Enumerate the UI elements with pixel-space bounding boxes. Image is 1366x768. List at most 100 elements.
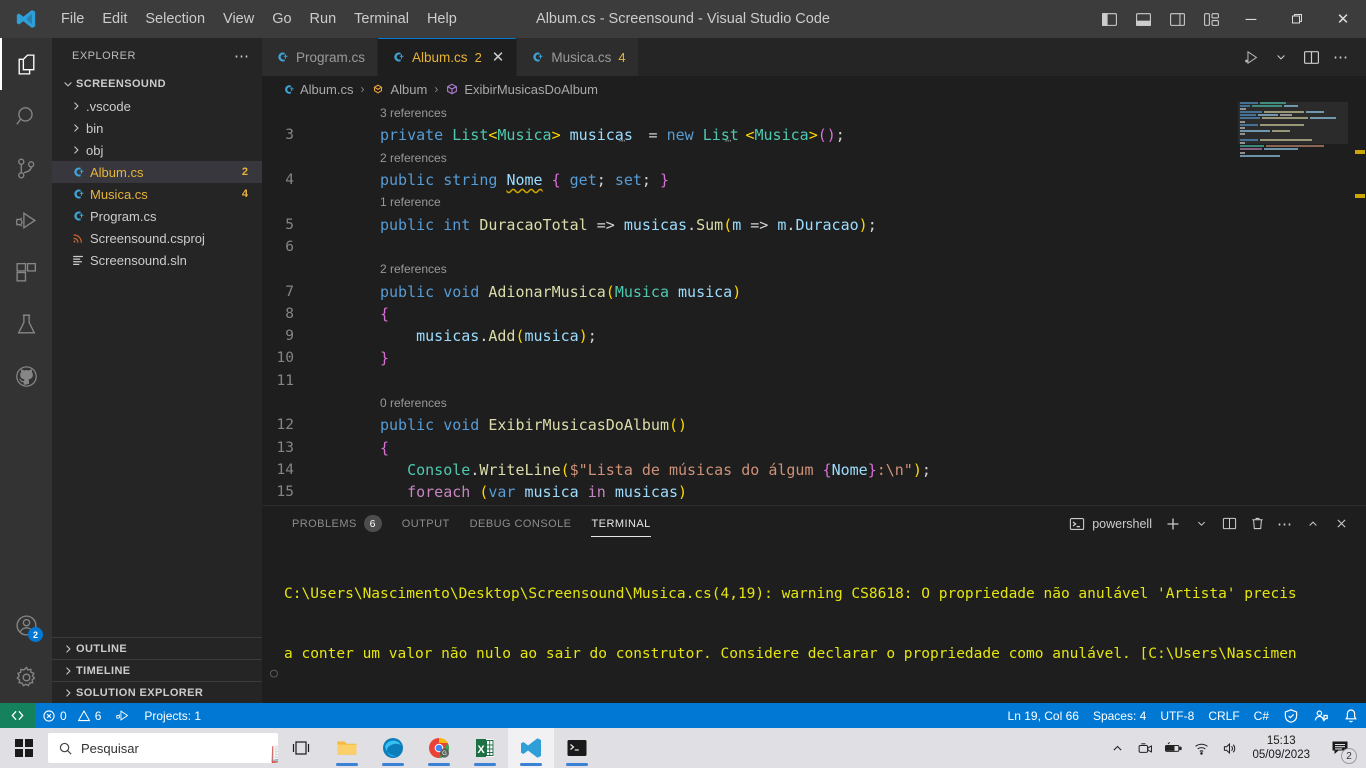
start-button[interactable] — [0, 728, 48, 768]
terminal-output[interactable]: C:\Users\Nascimento\Desktop\Screensound\… — [262, 544, 1366, 704]
breadcrumb-class[interactable]: Album — [371, 82, 427, 97]
customize-layout-icon[interactable] — [1194, 0, 1228, 38]
menu-terminal[interactable]: Terminal — [345, 8, 418, 30]
status-run-debug[interactable] — [108, 703, 137, 728]
battery-icon[interactable] — [1160, 728, 1186, 768]
activitybar-explorer[interactable] — [0, 38, 52, 90]
chevron-down-icon[interactable] — [1188, 511, 1214, 537]
panel-tab-terminal[interactable]: TERMINAL — [581, 506, 660, 541]
menu-help[interactable]: Help — [418, 8, 466, 30]
line-number: 9 — [285, 328, 294, 345]
tab-album-cs[interactable]: Album.cs 2 ✕ — [378, 38, 518, 76]
camera-icon[interactable] — [1132, 728, 1158, 768]
sidebar-section-solution-explorer[interactable]: SOLUTION EXPLORER — [52, 681, 262, 703]
activitybar-source-control[interactable] — [0, 142, 52, 194]
code-editor[interactable]: 3 references 3 private List<Musica> musi… — [262, 102, 1366, 539]
tab-close-icon[interactable]: ✕ — [492, 50, 505, 65]
tree-item-obj[interactable]: obj — [52, 139, 262, 161]
tab-musica-cs[interactable]: Musica.cs 4 — [517, 38, 639, 76]
tree-item-album-cs[interactable]: Album.cs 2 — [52, 161, 262, 183]
excel-button[interactable]: X — [462, 728, 508, 768]
status-projects[interactable]: Projects: 1 — [137, 703, 208, 728]
status-indentation[interactable]: Spaces: 4 — [1086, 703, 1153, 728]
menu-edit[interactable]: Edit — [93, 8, 136, 30]
show-hidden-icons-icon[interactable] — [1104, 728, 1130, 768]
volume-icon[interactable] — [1216, 728, 1242, 768]
toggle-secondary-sidebar-icon[interactable] — [1160, 0, 1194, 38]
activitybar-testing[interactable] — [0, 298, 52, 350]
status-problems[interactable]: 0 6 — [35, 703, 108, 728]
codelens-references[interactable]: 0 references — [262, 392, 1366, 414]
kill-terminal-icon[interactable] — [1244, 511, 1270, 537]
terminal-shell-selector[interactable]: powershell — [1069, 516, 1158, 532]
status-language-mode[interactable]: C# — [1247, 703, 1276, 728]
split-terminal-icon[interactable] — [1216, 511, 1242, 537]
more-actions-icon[interactable]: ⋯ — [1328, 42, 1354, 72]
status-live-share-icon[interactable] — [1306, 703, 1336, 728]
window-minimize-button[interactable]: ─ — [1228, 0, 1274, 38]
toggle-panel-icon[interactable] — [1126, 0, 1160, 38]
activitybar-accounts[interactable]: 2 — [0, 599, 52, 651]
tab-program-cs[interactable]: Program.cs — [262, 38, 379, 76]
activitybar-run-and-debug[interactable] — [0, 194, 52, 246]
menu-view[interactable]: View — [214, 8, 263, 30]
vscode-button[interactable] — [508, 728, 554, 768]
chevron-down-icon[interactable] — [1268, 42, 1294, 72]
tree-item-csproj[interactable]: Screensound.csproj — [52, 227, 262, 249]
codelens-references[interactable]: 2 references — [262, 258, 1366, 280]
tree-item-sln[interactable]: Screensound.sln — [52, 249, 262, 271]
chrome-button[interactable]: G — [416, 728, 462, 768]
status-cursor-position[interactable]: Ln 19, Col 66 — [1001, 703, 1086, 728]
activitybar-extensions[interactable] — [0, 246, 52, 298]
split-editor-icon[interactable] — [1298, 42, 1324, 72]
tree-item-bin[interactable]: bin — [52, 117, 262, 139]
tree-item-vscode[interactable]: .vscode — [52, 95, 262, 117]
panel-tab-output[interactable]: OUTPUT — [392, 506, 460, 541]
sidebar-section-timeline[interactable]: TIMELINE — [52, 659, 262, 681]
more-actions-icon[interactable]: ⋯ — [1272, 511, 1298, 537]
panel-tab-problems[interactable]: PROBLEMS 6 — [282, 506, 392, 541]
menu-go[interactable]: Go — [263, 8, 300, 30]
editor-minimap[interactable] — [1238, 102, 1348, 539]
notification-center-button[interactable]: 2 — [1320, 728, 1360, 768]
window-close-button[interactable]: ✕ — [1320, 0, 1366, 38]
maximize-panel-icon[interactable] — [1300, 511, 1326, 537]
status-eol[interactable]: CRLF — [1201, 703, 1246, 728]
menu-file[interactable]: File — [52, 8, 93, 30]
menu-selection[interactable]: Selection — [136, 8, 214, 30]
menu-run[interactable]: Run — [301, 8, 346, 30]
codelens-references[interactable]: 1 reference — [262, 191, 1366, 213]
window-maximize-button[interactable] — [1274, 0, 1320, 38]
terminal-button[interactable] — [554, 728, 600, 768]
menu-bar[interactable]: File Edit Selection View Go Run Terminal… — [52, 8, 466, 30]
sidebar-section-outline[interactable]: OUTLINE — [52, 637, 262, 659]
breadcrumb-method[interactable]: ExibirMusicasDoAlbum — [445, 82, 598, 97]
editor-vertical-scrollbar[interactable] — [1352, 102, 1366, 539]
status-remote-button[interactable] — [0, 703, 35, 728]
explorer-root-folder[interactable]: SCREENSOUND — [52, 73, 262, 95]
toggle-primary-sidebar-icon[interactable] — [1092, 0, 1126, 38]
activitybar-search[interactable] — [0, 90, 52, 142]
close-panel-icon[interactable] — [1328, 511, 1354, 537]
taskbar-search-box[interactable]: Pesquisar 📖 — [48, 733, 278, 763]
activitybar-github[interactable] — [0, 350, 52, 402]
panel-tab-debug-console[interactable]: DEBUG CONSOLE — [460, 506, 582, 541]
task-view-button[interactable] — [278, 728, 324, 768]
codelens-references[interactable]: 3 references — [262, 102, 1366, 124]
tree-item-program-cs[interactable]: Program.cs — [52, 205, 262, 227]
activitybar-settings[interactable] — [0, 651, 52, 703]
chevron-right-icon — [68, 144, 84, 156]
tree-item-musica-cs[interactable]: Musica.cs 4 — [52, 183, 262, 205]
edge-button[interactable] — [370, 728, 416, 768]
new-terminal-icon[interactable] — [1160, 511, 1186, 537]
breadcrumb-file[interactable]: Album.cs — [282, 82, 353, 97]
status-encoding[interactable]: UTF-8 — [1153, 703, 1201, 728]
status-notifications-bell-icon[interactable] — [1336, 703, 1366, 728]
taskbar-clock[interactable]: 15:13 05/09/2023 — [1244, 734, 1318, 762]
file-explorer-button[interactable] — [324, 728, 370, 768]
wifi-icon[interactable] — [1188, 728, 1214, 768]
sidebar-more-actions-icon[interactable]: ⋯ — [234, 47, 250, 65]
run-or-debug-icon[interactable] — [1238, 42, 1264, 72]
status-shield-check-icon[interactable] — [1276, 703, 1306, 728]
codelens-references[interactable]: 2 references — [262, 147, 1366, 169]
